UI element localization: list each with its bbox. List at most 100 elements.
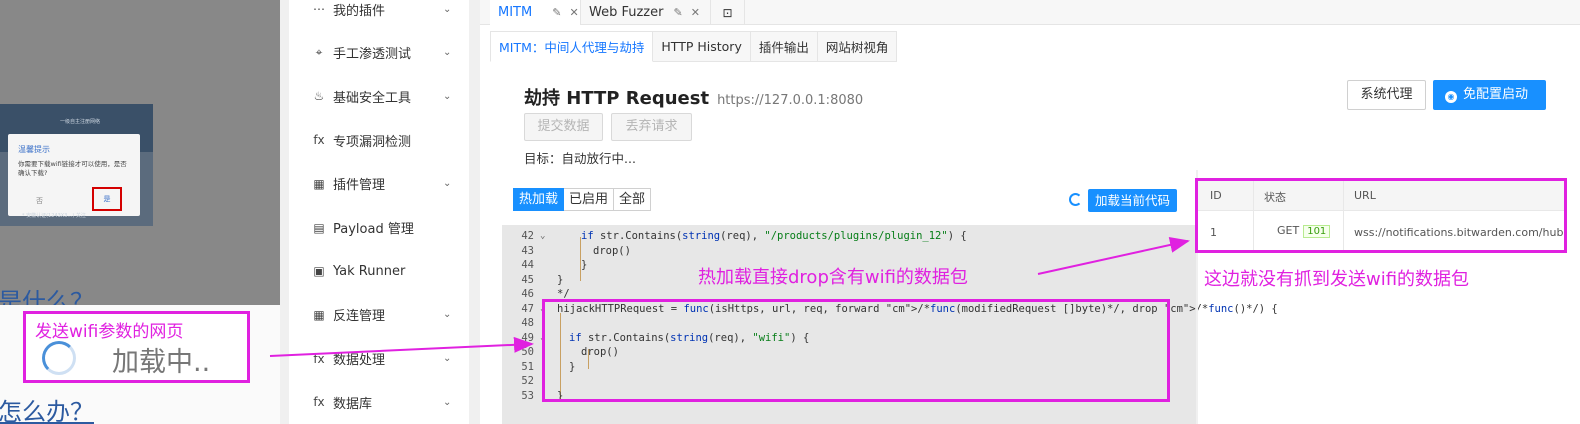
page-link-bottom[interactable]: 怎么办？	[0, 392, 94, 424]
dialog-title: 温馨提示	[18, 145, 50, 154]
row-status[interactable]: GET 101	[1277, 224, 1331, 238]
code-line[interactable]: 42 ⌄ if str.Contains(string(req), "/produc…	[502, 229, 1196, 244]
sidebar: ⋯ 我的插件 ⌄ ⌖ 手工渗透测试 ⌄ ♨ 基础安全工具 ⌄ fx 专项漏洞检测 ▦ 插件管理 ⌄ ▤ Pay…	[289, 0, 469, 424]
status-badge: 101	[1303, 225, 1331, 238]
dialog-yes-button[interactable]: 是	[92, 187, 122, 211]
free-config-start-button[interactable]: ◉ 免配置启动	[1433, 80, 1546, 110]
sidebar-item-icon: fx	[313, 395, 325, 410]
sidebar-item-icon: ▦	[313, 176, 325, 191]
sidebar-item-icon: ⋯	[313, 2, 325, 16]
row-id[interactable]: 1	[1210, 226, 1217, 239]
line-number: 43	[521, 244, 534, 257]
sidebar-item-label: 插件管理	[333, 178, 386, 194]
tab-mitm[interactable]: MITM ✎ ✕	[490, 0, 581, 25]
sidebar-item[interactable]: ▦ 插件管理 ⌄	[289, 169, 469, 199]
edit-icon[interactable]: ✎	[552, 6, 561, 19]
sidebar-item-icon: fx	[313, 351, 325, 366]
sidebar-item[interactable]: fx 专项漏洞检测	[289, 125, 469, 155]
line-number: 45	[521, 273, 534, 286]
sidebar-item[interactable]: fx 数据处理 ⌄	[289, 344, 469, 374]
phone-screenshot: 一级自主注册网络 温馨提示 你需要下载wifi链接才可以使用，是否确认下载? 否…	[0, 104, 153, 226]
code-highlight-box	[542, 299, 1170, 402]
sidebar-item-label: Payload 管理	[333, 222, 414, 237]
proxy-host: https://127.0.0.1:8080	[717, 93, 864, 108]
close-icon[interactable]: ✕	[569, 6, 578, 19]
chevron-down-icon: ⌄	[443, 353, 452, 365]
tab-web-fuzzer[interactable]: Web Fuzzer ✎ ✕	[581, 0, 711, 25]
page-title: 劫持 HTTP Request https://127.0.0.1:8080	[524, 84, 863, 110]
add-tab-icon: ⊡	[722, 5, 733, 20]
chevron-down-icon: ⌄	[443, 47, 452, 59]
mode-enabled[interactable]: 已启用	[564, 188, 615, 211]
column-header-id[interactable]: ID	[1210, 189, 1222, 202]
target-status: 目标：自动放行中...	[524, 151, 636, 166]
line-number: 51	[521, 360, 534, 373]
request-method: GET	[1277, 224, 1300, 237]
sidebar-item-label: 数据处理	[333, 353, 386, 369]
sidebar-item-label: 手工渗透测试	[333, 47, 412, 63]
fold-icon[interactable]: ⌄	[540, 229, 545, 244]
column-divider	[1343, 181, 1344, 250]
sidebar-item[interactable]: ⌖ 手工渗透测试 ⌄	[289, 38, 469, 68]
line-number: 48	[521, 317, 534, 329]
system-proxy-button[interactable]: 系统代理	[1347, 80, 1426, 110]
sidebar-item[interactable]: ⋯ 我的插件 ⌄	[289, 0, 469, 24]
sidebar-divider[interactable]	[469, 0, 480, 424]
dialog-no-button[interactable]: 否	[36, 196, 43, 206]
sidebar-item-icon: fx	[313, 133, 325, 148]
code-line[interactable]: 43 drop()	[502, 244, 1196, 259]
mode-all[interactable]: 全部	[614, 188, 652, 211]
line-number: 50	[521, 346, 534, 358]
subtab-http-history[interactable]: HTTP History	[653, 31, 751, 62]
column-header-url[interactable]: URL	[1354, 189, 1376, 202]
subtab-site-tree[interactable]: 网站树视角	[817, 31, 898, 62]
sidebar-item-icon: ▤	[313, 220, 325, 235]
sidebar-item-icon: ▦	[313, 307, 325, 322]
annotation-no-packet: 这边就没有抓到发送wifi的数据包	[1204, 269, 1470, 290]
chevron-down-icon: ⌄	[443, 309, 452, 321]
line-number: 46	[521, 288, 534, 300]
subtab-mitm[interactable]: MITM：中间人代理与劫持	[490, 31, 654, 62]
sidebar-item-label: 专项漏洞检测	[333, 134, 412, 150]
plugin-mode-switch: 热加载 已启用 全部	[513, 188, 652, 211]
line-number: 49	[521, 331, 534, 344]
sidebar-item[interactable]: ♨ 基础安全工具 ⌄	[289, 81, 469, 111]
chrome-icon: ◉	[1445, 91, 1457, 103]
code-text: drop()	[593, 244, 631, 257]
sidebar-item[interactable]: ▦ 反连管理 ⌄	[289, 300, 469, 330]
submit-data-button[interactable]: 提交数据	[524, 113, 603, 141]
callout-caption: 发送wifi参数的网页	[35, 322, 184, 342]
discard-request-button[interactable]: 丢弃请求	[611, 113, 692, 141]
sidebar-item-icon: ⌖	[315, 45, 323, 60]
new-tab-button[interactable]: ⊡	[711, 0, 745, 25]
sub-tab-bar: MITM：中间人代理与劫持 HTTP History 插件输出 网站树视角	[490, 31, 898, 62]
sidebar-item-label: 我的插件	[333, 3, 386, 19]
loading-spinner-icon	[42, 341, 76, 375]
column-divider	[1253, 181, 1254, 250]
sidebar-item[interactable]: ▤ Payload 管理	[289, 213, 469, 243]
subtab-plugin-output[interactable]: 插件输出	[750, 31, 818, 62]
line-number: 47	[521, 302, 534, 315]
edit-icon[interactable]: ✎	[673, 6, 682, 19]
reload-icon[interactable]	[1069, 193, 1082, 206]
sidebar-item[interactable]: fx 数据库 ⌄	[289, 387, 469, 417]
column-header-status[interactable]: 状态	[1264, 189, 1286, 205]
chevron-down-icon: ⌄	[443, 90, 452, 102]
title-text: 劫持 HTTP Request	[524, 88, 710, 109]
line-number: 42	[521, 230, 534, 242]
chevron-down-icon: ⌄	[443, 178, 452, 190]
load-current-code-button[interactable]: 加载当前代码	[1088, 189, 1177, 212]
http-history-table: ID 状态 URL 1 GET 101 wss://notifications.b…	[1195, 178, 1567, 253]
code-text: if str.Contains(string(req), "/products/…	[581, 230, 967, 242]
sidebar-item-label: 数据库	[333, 396, 373, 412]
line-number: 44	[521, 259, 534, 271]
sidebar-item[interactable]: ▣ Yak Runner	[289, 256, 469, 286]
mode-hot-load[interactable]: 热加载	[513, 188, 565, 211]
code-text: }	[581, 259, 588, 271]
close-icon[interactable]: ✕	[691, 6, 700, 19]
loading-text: 加载中..	[112, 347, 211, 378]
chevron-down-icon: ⌄	[443, 3, 452, 15]
sidebar-item-label: 基础安全工具	[333, 90, 412, 106]
row-url[interactable]: wss://notifications.bitwarden.com/hub?ac…	[1354, 226, 1564, 239]
top-tab-bar: MITM ✎ ✕ Web Fuzzer ✎ ✕ ⊡	[480, 0, 1580, 25]
